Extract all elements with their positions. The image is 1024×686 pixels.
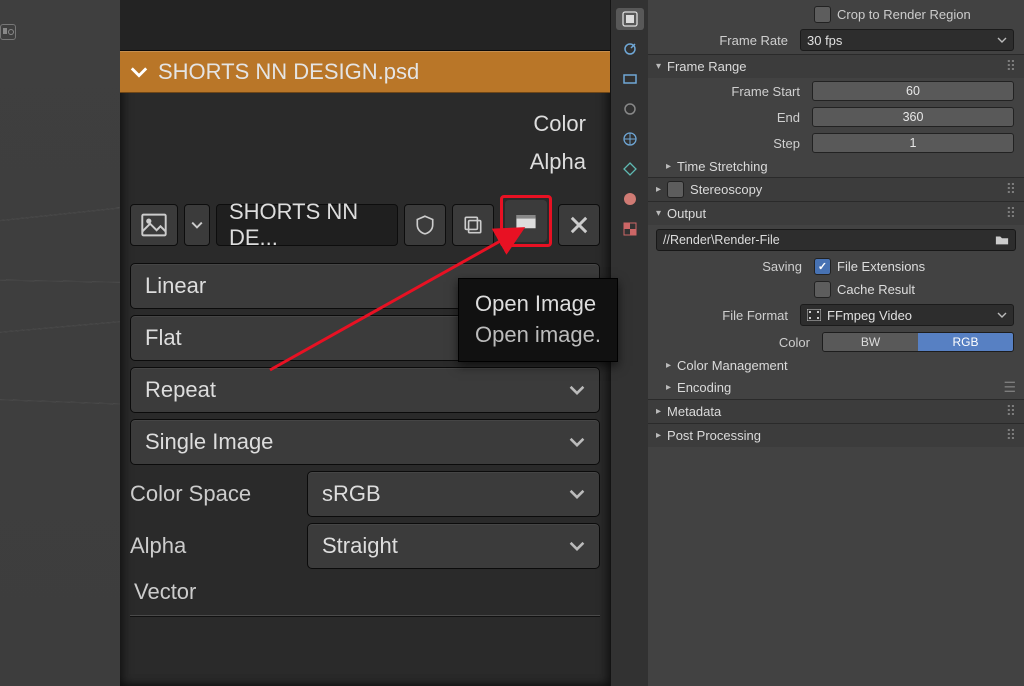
cache-result-label: Cache Result [837, 282, 915, 297]
crop-checkbox[interactable] [814, 6, 831, 23]
annotation-highlight [500, 195, 552, 247]
chevron-right-icon: ▸ [666, 360, 671, 371]
output-alpha: Alpha [132, 143, 590, 181]
tab-viewlayer-icon[interactable] [619, 68, 641, 90]
chevron-right-icon: ▸ [666, 161, 671, 172]
section-output[interactable]: ▾ Output ⠿ [648, 201, 1024, 225]
section-frame-range[interactable]: ▾ Frame Range ⠿ [648, 54, 1024, 78]
chevron-down-icon: ▾ [656, 61, 661, 72]
list-icon[interactable]: ☰ [1003, 379, 1016, 396]
frame-rate-dropdown[interactable]: 30 fps [800, 29, 1014, 51]
chevron-right-icon: ▸ [666, 382, 671, 393]
chevron-down-icon [569, 434, 585, 450]
grip-icon[interactable]: ⠿ [1006, 427, 1016, 444]
tab-texture-icon[interactable] [619, 218, 641, 240]
section-stereoscopy[interactable]: ▸ Stereoscopy ⠿ [648, 177, 1024, 201]
chevron-down-icon: ▾ [656, 208, 661, 219]
section-color-management[interactable]: ▸ Color Management [648, 355, 1024, 376]
chevron-down-icon [130, 63, 148, 81]
chevron-down-icon [569, 486, 585, 502]
color-space-dropdown[interactable]: sRGB [307, 471, 600, 517]
source-dropdown[interactable]: Single Image [130, 419, 600, 465]
alpha-mode-dropdown[interactable]: Straight [307, 523, 600, 569]
folder-icon[interactable] [995, 233, 1009, 247]
color-rgb-option[interactable]: RGB [918, 333, 1013, 351]
cache-result-checkbox[interactable] [814, 281, 831, 298]
file-format-dropdown[interactable]: FFmpeg Video [800, 304, 1014, 326]
extension-dropdown[interactable]: Repeat [130, 367, 600, 413]
tab-world-icon[interactable] [619, 128, 641, 150]
file-extensions-checkbox[interactable] [814, 258, 831, 275]
frame-start-field[interactable]: 60 [812, 81, 1014, 101]
file-format-label: File Format [658, 308, 794, 323]
tooltip-desc: Open image. [475, 320, 601, 351]
color-bw-option[interactable]: BW [823, 333, 918, 351]
grip-icon[interactable]: ⠿ [1006, 181, 1016, 198]
file-extensions-label: File Extensions [837, 259, 925, 274]
tab-scene-icon[interactable] [619, 98, 641, 120]
grip-icon[interactable]: ⠿ [1006, 58, 1016, 75]
viewport-3d[interactable] [0, 0, 120, 686]
chevron-right-icon: ▸ [656, 184, 661, 195]
output-path-field[interactable]: //Render\Render-File [656, 229, 1016, 251]
tooltip-title: Open Image [475, 289, 601, 320]
output-color: Color [132, 105, 590, 143]
frame-end-field[interactable]: 360 [812, 107, 1014, 127]
alpha-mode-label: Alpha [130, 533, 295, 559]
section-time-stretching[interactable]: ▸ Time Stretching [648, 156, 1024, 177]
tab-render-icon[interactable] [616, 8, 644, 30]
chevron-down-icon [997, 35, 1007, 45]
tooltip: Open Image Open image. [458, 278, 618, 362]
saving-label: Saving [658, 259, 808, 274]
speaker-icon [0, 24, 16, 40]
frame-step-label: Step [658, 136, 806, 151]
color-space-label: Color Space [130, 481, 295, 507]
image-name-input[interactable]: SHORTS NN DE... [216, 204, 398, 246]
divider [130, 615, 600, 617]
color-mode-toggle[interactable]: BW RGB [822, 332, 1014, 352]
open-image-button[interactable] [505, 200, 547, 242]
tab-object-icon[interactable] [619, 158, 641, 180]
chevron-right-icon: ▸ [656, 430, 661, 441]
video-icon [807, 309, 821, 321]
section-encoding[interactable]: ▸ Encoding ☰ [648, 376, 1024, 399]
chevron-down-icon [569, 538, 585, 554]
crop-label: Crop to Render Region [837, 7, 971, 22]
unlink-image-button[interactable] [558, 204, 600, 246]
frame-step-field[interactable]: 1 [812, 133, 1014, 153]
grip-icon[interactable]: ⠿ [1006, 205, 1016, 222]
section-metadata[interactable]: ▸ Metadata ⠿ [648, 399, 1024, 423]
tab-material-icon[interactable] [619, 188, 641, 210]
node-title: SHORTS NN DESIGN.psd [158, 59, 419, 85]
chevron-down-icon [569, 382, 585, 398]
node-header[interactable]: SHORTS NN DESIGN.psd [120, 51, 610, 93]
vector-input-label: Vector [134, 579, 596, 605]
chevron-right-icon: ▸ [656, 406, 661, 417]
grip-icon[interactable]: ⠿ [1006, 403, 1016, 420]
image-datablock-icon[interactable] [130, 204, 178, 246]
frame-start-label: Frame Start [658, 84, 806, 99]
frame-rate-label: Frame Rate [658, 33, 794, 48]
color-mode-label: Color [658, 335, 816, 350]
tab-output-icon[interactable] [619, 38, 641, 60]
fake-user-button[interactable] [404, 204, 446, 246]
stereoscopy-checkbox[interactable] [667, 181, 684, 198]
datablock-dropdown[interactable] [184, 204, 210, 246]
chevron-down-icon [997, 310, 1007, 320]
output-properties-panel: Crop to Render Region Frame Rate 30 fps … [648, 0, 1024, 686]
frame-end-label: End [658, 110, 806, 125]
section-post-processing[interactable]: ▸ Post Processing ⠿ [648, 423, 1024, 447]
new-image-button[interactable] [452, 204, 494, 246]
node-outputs: Color Alpha [120, 93, 610, 193]
